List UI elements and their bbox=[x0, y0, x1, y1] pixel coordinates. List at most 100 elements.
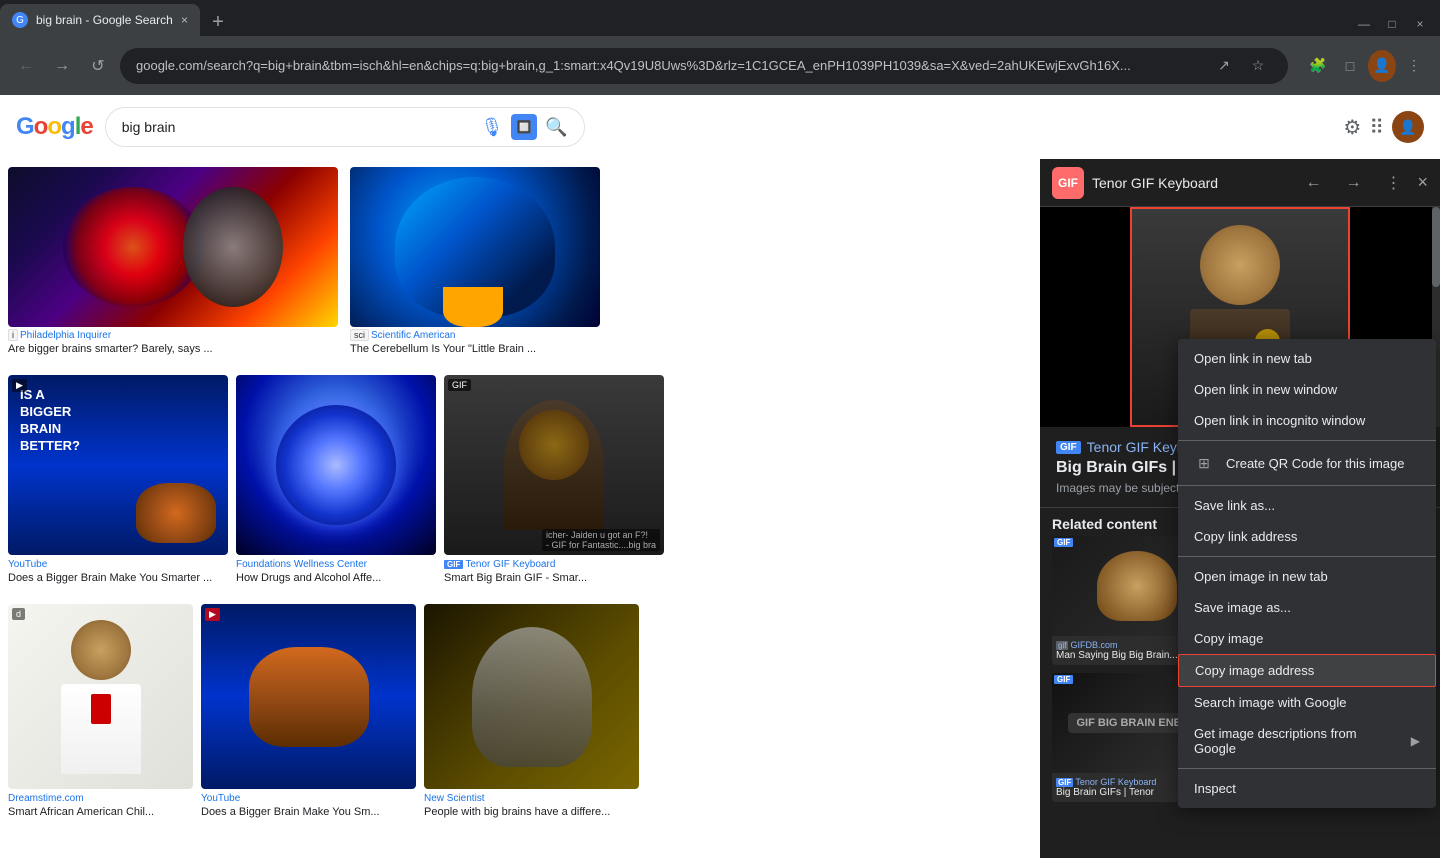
close-tab-button[interactable]: × bbox=[181, 13, 188, 27]
ctx-search-image[interactable]: Search image with Google bbox=[1178, 687, 1436, 718]
panel-logo: GIF bbox=[1052, 167, 1084, 199]
ctx-submenu-arrow: ▶ bbox=[1411, 734, 1420, 748]
panel-more-button[interactable]: ⋮ bbox=[1377, 167, 1409, 199]
image-caption-3: Does a Bigger Brain Make You Smarter ... bbox=[8, 572, 228, 584]
microphone-icon[interactable]: 🎙 bbox=[480, 117, 503, 138]
extensions-icon[interactable]: 🧩 bbox=[1304, 52, 1332, 80]
settings-icon[interactable]: ⚙ bbox=[1343, 115, 1361, 140]
qr-code-icon: ⊞ bbox=[1194, 453, 1214, 473]
ctx-open-new-window-label: Open link in new window bbox=[1194, 382, 1420, 397]
image-caption-1: Are bigger brains smarter? Barely, says … bbox=[8, 343, 338, 355]
maximize-button[interactable]: □ bbox=[1380, 12, 1404, 36]
image-block: i Philadelphia Inquirer Are bigger brain… bbox=[8, 167, 338, 355]
ctx-inspect[interactable]: Inspect bbox=[1178, 773, 1436, 804]
ctx-copy-image-address-label: Copy image address bbox=[1195, 663, 1419, 678]
search-query: big brain bbox=[122, 119, 473, 135]
lens-icon[interactable]: 🔲 bbox=[511, 114, 537, 140]
address-input[interactable]: google.com/search?q=big+brain&tbm=isch&h… bbox=[120, 48, 1288, 84]
ctx-get-descriptions[interactable]: Get image descriptions from Google ▶ bbox=[1178, 718, 1436, 764]
ctx-open-new-window[interactable]: Open link in new window bbox=[1178, 374, 1436, 405]
scrollbar-thumb[interactable] bbox=[1432, 207, 1440, 287]
brain-mri-image[interactable] bbox=[8, 167, 338, 327]
child-image[interactable]: d bbox=[8, 604, 193, 789]
ctx-save-image-label: Save image as... bbox=[1194, 600, 1420, 615]
more-icon[interactable]: ⋮ bbox=[1400, 52, 1428, 80]
image-source-2: sci Scientific American bbox=[350, 329, 600, 341]
ctx-get-descriptions-label: Get image descriptions from Google bbox=[1194, 726, 1399, 756]
ctx-open-image[interactable]: Open image in new tab bbox=[1178, 561, 1436, 592]
forward-button[interactable]: → bbox=[48, 52, 76, 80]
image-block-6: d Dreamstime.com Smart African American … bbox=[8, 604, 193, 818]
image-caption-5: Smart Big Brain GIF - Smar... bbox=[444, 572, 664, 584]
tab-favicon: G bbox=[12, 12, 28, 28]
ctx-open-incognito[interactable]: Open link in incognito window bbox=[1178, 405, 1436, 436]
brain-poster-image[interactable]: IS ABIGGERBRAINBETTER? ▶ bbox=[8, 375, 228, 555]
active-tab[interactable]: G big brain - Google Search × bbox=[0, 4, 200, 36]
address-bar: ← → ↺ google.com/search?q=big+brain&tbm=… bbox=[0, 36, 1440, 95]
ctx-copy-image-address[interactable]: Copy image address bbox=[1178, 654, 1436, 687]
panel-close-button[interactable]: × bbox=[1417, 172, 1428, 193]
user-avatar: 👤 bbox=[1368, 50, 1396, 82]
image-row-1: i Philadelphia Inquirer Are bigger brain… bbox=[8, 167, 600, 355]
ctx-copy-image[interactable]: Copy image bbox=[1178, 623, 1436, 654]
person-gif-image[interactable]: GIF icher- Jaiden u got an F?!- GIF for … bbox=[444, 375, 664, 555]
bookmark-icon[interactable]: ☆ bbox=[1244, 52, 1272, 80]
ctx-separator-3 bbox=[1178, 556, 1436, 557]
close-button[interactable]: × bbox=[1408, 12, 1432, 36]
ctx-open-incognito-label: Open link in incognito window bbox=[1194, 413, 1420, 428]
ctx-qr-code-label: Create QR Code for this image bbox=[1226, 456, 1420, 471]
ctx-open-image-label: Open image in new tab bbox=[1194, 569, 1420, 584]
ctx-copy-image-label: Copy image bbox=[1194, 631, 1420, 646]
ctx-separator-4 bbox=[1178, 768, 1436, 769]
image-source-3: YouTube bbox=[8, 559, 228, 570]
profile-icon[interactable]: 👤 bbox=[1368, 52, 1396, 80]
image-block-8: New Scientist People with big brains hav… bbox=[424, 604, 639, 818]
apps-icon[interactable]: ⠿ bbox=[1369, 115, 1384, 140]
panel-next-button[interactable]: → bbox=[1337, 167, 1369, 199]
ctx-qr-code[interactable]: ⊞ Create QR Code for this image bbox=[1178, 445, 1436, 481]
tab-bar: G big brain - Google Search × + — □ × bbox=[0, 0, 1440, 36]
tab-title: big brain - Google Search bbox=[36, 13, 173, 27]
address-bar-right: ↗ ☆ bbox=[1210, 52, 1272, 80]
share-icon[interactable]: ↗ bbox=[1210, 52, 1238, 80]
brain-caliper-image[interactable]: ▶ bbox=[201, 604, 416, 789]
image-block-7: ▶ YouTube Does a Bigger Brain Make You S… bbox=[201, 604, 416, 818]
browser-chrome: G big brain - Google Search × + — □ × ← … bbox=[0, 0, 1440, 95]
image-caption-8: People with big brains have a differe... bbox=[424, 806, 639, 818]
reload-button[interactable]: ↺ bbox=[84, 52, 112, 80]
google-toolbar-right: ⚙ ⠿ 👤 bbox=[1343, 111, 1424, 143]
url-text: google.com/search?q=big+brain&tbm=isch&h… bbox=[136, 58, 1202, 73]
ctx-open-new-tab[interactable]: Open link in new tab bbox=[1178, 343, 1436, 374]
image-source-5: GIF Tenor GIF Keyboard bbox=[444, 559, 664, 570]
ctx-inspect-label: Inspect bbox=[1194, 781, 1420, 796]
ctx-separator-2 bbox=[1178, 485, 1436, 486]
image-source-7: YouTube bbox=[201, 793, 416, 804]
ctx-search-image-label: Search image with Google bbox=[1194, 695, 1420, 710]
search-bar[interactable]: big brain 🎙 🔲 🔍 bbox=[105, 107, 585, 147]
ctx-save-image[interactable]: Save image as... bbox=[1178, 592, 1436, 623]
image-source-8: New Scientist bbox=[424, 793, 639, 804]
cerebellum-image[interactable] bbox=[350, 167, 600, 327]
window-icon[interactable]: □ bbox=[1336, 52, 1364, 80]
image-row-3: d Dreamstime.com Smart African American … bbox=[8, 604, 639, 818]
content-area: i Philadelphia Inquirer Are bigger brain… bbox=[0, 159, 1440, 858]
image-block-4: Foundations Wellness Center How Drugs an… bbox=[236, 375, 436, 584]
image-caption-2: The Cerebellum Is Your "Little Brain ... bbox=[350, 343, 600, 355]
skull-brain-image[interactable] bbox=[424, 604, 639, 789]
google-logo: Google bbox=[16, 113, 93, 141]
new-tab-button[interactable]: + bbox=[204, 8, 232, 36]
ctx-save-link[interactable]: Save link as... bbox=[1178, 490, 1436, 521]
panel-prev-button[interactable]: ← bbox=[1297, 167, 1329, 199]
image-block-5: GIF icher- Jaiden u got an F?!- GIF for … bbox=[444, 375, 664, 584]
brain-lightning-image[interactable] bbox=[236, 375, 436, 555]
image-grid: i Philadelphia Inquirer Are bigger brain… bbox=[0, 159, 1040, 858]
back-button[interactable]: ← bbox=[12, 52, 40, 80]
context-menu: Open link in new tab Open link in new wi… bbox=[1178, 339, 1436, 808]
image-source-6: Dreamstime.com bbox=[8, 793, 193, 804]
user-avatar[interactable]: 👤 bbox=[1392, 111, 1424, 143]
search-button[interactable]: 🔍 bbox=[545, 117, 567, 138]
window-controls: — □ × bbox=[1352, 12, 1440, 36]
panel-title: Tenor GIF Keyboard bbox=[1092, 175, 1289, 191]
minimize-button[interactable]: — bbox=[1352, 12, 1376, 36]
ctx-copy-link[interactable]: Copy link address bbox=[1178, 521, 1436, 552]
